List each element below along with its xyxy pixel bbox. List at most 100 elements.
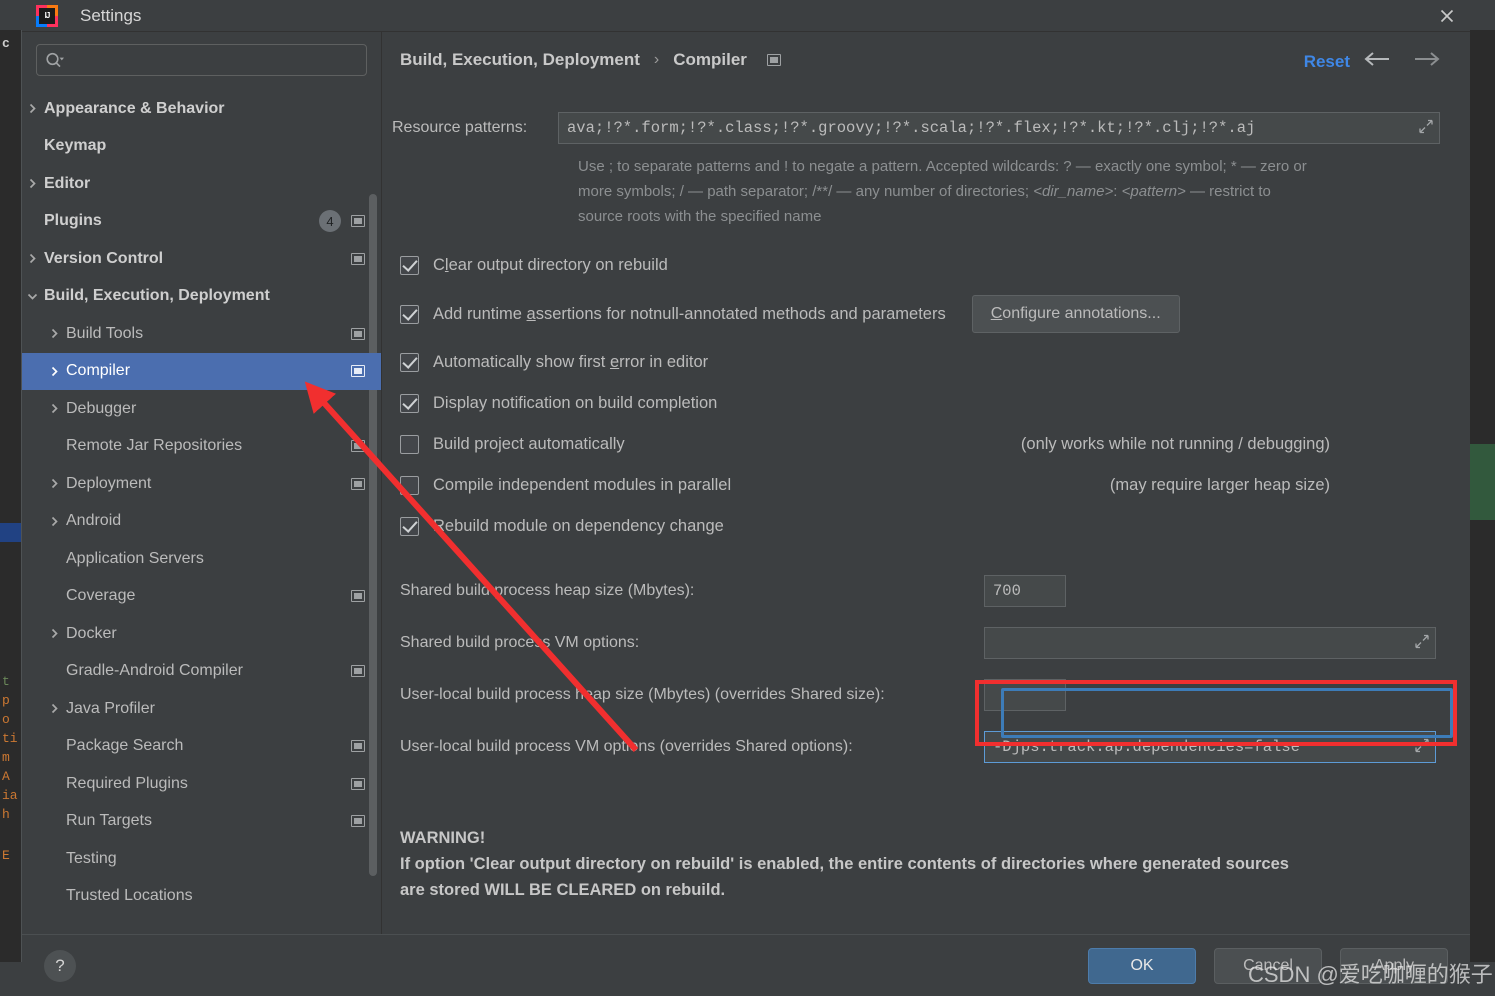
checkbox-build-project-automatically[interactable] [400,435,419,454]
checkbox-label[interactable]: Clear output directory on rebuild [433,256,668,275]
chevron-right-icon[interactable] [42,477,66,490]
checkbox-add-runtime-assertions-for-notnull-annotat[interactable] [400,305,419,324]
sidebar-item-compiler[interactable]: Compiler [22,353,381,391]
hint-line-2-b: : [1113,183,1121,200]
chevron-right-icon[interactable] [42,327,66,340]
sidebar-item-editor[interactable]: Editor [22,165,381,203]
chevron-right-icon[interactable] [42,515,66,528]
sidebar-item-remote-jar-repositories[interactable]: Remote Jar Repositories [22,428,381,466]
ok-button[interactable]: OK [1088,948,1196,984]
chevron-down-icon[interactable] [22,290,44,303]
sidebar-item-docker[interactable]: Docker [22,615,381,653]
sidebar-item-trusted-locations[interactable]: Trusted Locations [22,878,381,916]
copy-settings-icon[interactable] [351,253,365,265]
bg-line: p [0,691,21,710]
sidebar-item-android[interactable]: Android [22,503,381,541]
search-input[interactable] [65,52,358,68]
sidebar-item-label: Editor [44,175,365,193]
sidebar-item-build-tools[interactable]: Build Tools [22,315,381,353]
sidebar-item-version-control[interactable]: Version Control [22,240,381,278]
chevron-right-icon[interactable] [22,177,44,190]
sidebar-item-appearance-behavior[interactable]: Appearance & Behavior [22,90,381,128]
sidebar-item-keymap[interactable]: Keymap [22,128,381,166]
checkbox-label[interactable]: Automatically show first error in editor [433,353,708,372]
chevron-right-icon[interactable] [42,627,66,640]
sidebar-item-build-execution-deployment[interactable]: Build, Execution, Deployment [22,278,381,316]
copy-settings-icon[interactable] [351,440,365,452]
checkbox-row: Add runtime assertions for notnull-annot… [400,286,1440,342]
field-input-shared-build-process-heap-size-mbytes[interactable] [984,575,1066,607]
checkbox-clear-output-directory-on-rebuild[interactable] [400,256,419,275]
reset-button[interactable]: Reset [1304,52,1350,72]
arrow-right-icon[interactable] [1412,50,1442,73]
sidebar-item-label: Debugger [66,400,365,418]
sidebar-item-label: Trusted Locations [66,887,365,905]
sidebar-item-label: Keymap [44,137,365,155]
field-input-user-local-build-process-vm-options-over[interactable] [984,731,1436,763]
arrow-left-icon[interactable] [1362,50,1392,73]
sidebar-item-label: Testing [66,850,365,868]
chevron-right-icon[interactable] [22,252,44,265]
sidebar-item-package-search[interactable]: Package Search [22,728,381,766]
sidebar-item-run-targets[interactable]: Run Targets [22,803,381,841]
warning-block: WARNING! If option 'Clear output directo… [400,825,1440,903]
copy-settings-icon[interactable] [351,328,365,340]
sidebar-item-gradle-android-compiler[interactable]: Gradle-Android Compiler [22,653,381,691]
sidebar-item-java-profiler[interactable]: Java Profiler [22,690,381,728]
warning-title: WARNING! [400,825,1440,851]
sidebar-item-label: Version Control [44,250,351,268]
sidebar-item-label: Appearance & Behavior [44,100,365,118]
field-input-shared-build-process-vm-options[interactable] [984,627,1436,659]
cancel-button[interactable]: Cancel [1214,948,1322,984]
field-label: Shared build process heap size (Mbytes): [400,582,984,600]
checkbox-display-notification-on-build-completion[interactable] [400,394,419,413]
copy-settings-icon[interactable] [767,54,781,66]
sidebar-item-application-servers[interactable]: Application Servers [22,540,381,578]
sidebar-item-debugger[interactable]: Debugger [22,390,381,428]
sidebar-item-required-plugins[interactable]: Required Plugins [22,765,381,803]
close-icon[interactable] [1424,0,1470,31]
checkbox-label[interactable]: Add runtime assertions for notnull-annot… [433,305,946,324]
copy-settings-icon[interactable] [351,665,365,677]
checkbox-label[interactable]: Build project automatically [433,435,625,454]
sidebar-item-deployment[interactable]: Deployment [22,465,381,503]
copy-settings-icon[interactable] [351,215,365,227]
breadcrumb-separator: › [654,51,659,69]
chevron-right-icon[interactable] [42,702,66,715]
search-box[interactable] [36,44,367,76]
chevron-right-icon[interactable] [42,402,66,415]
copy-settings-icon[interactable] [351,365,365,377]
copy-settings-icon[interactable] [351,740,365,752]
resource-patterns-input[interactable] [558,112,1440,144]
hint-line-2-c: — restrict to [1186,183,1271,200]
copy-settings-icon[interactable] [351,778,365,790]
checkbox-automatically-show-first-error-in-editor[interactable] [400,353,419,372]
checkbox-label[interactable]: Rebuild module on dependency change [433,517,724,536]
checkbox-label[interactable]: Compile independent modules in parallel [433,476,731,495]
checkbox-note: (may require larger heap size) [1110,476,1440,495]
resource-patterns-field-wrap [558,112,1440,144]
nav-arrows [1362,50,1442,73]
configure-annotations-button[interactable]: Configure annotations... [972,295,1180,333]
sidebar-item-coverage[interactable]: Coverage [22,578,381,616]
copy-settings-icon[interactable] [351,590,365,602]
checkbox-label[interactable]: Display notification on build completion [433,394,717,413]
sidebar-item-plugins[interactable]: Plugins4 [22,203,381,241]
checkbox-compile-independent-modules-in-parallel[interactable] [400,476,419,495]
apply-button[interactable]: Apply [1340,948,1448,984]
copy-settings-icon[interactable] [351,815,365,827]
breadcrumb-root[interactable]: Build, Execution, Deployment [400,50,640,70]
chevron-right-icon[interactable] [22,102,44,115]
breadcrumb-leaf[interactable]: Compiler [673,50,747,70]
checkbox-rebuild-module-on-dependency-change[interactable] [400,517,419,536]
copy-settings-icon[interactable] [351,478,365,490]
chevron-right-icon[interactable] [42,365,66,378]
field-input-user-local-build-process-heap-size-mbyte[interactable] [984,679,1066,711]
settings-tree[interactable]: Appearance & Behavior Keymap Editor Plugins… [22,86,381,934]
settings-field-row: Shared build process VM options: [400,617,1440,669]
help-button[interactable]: ? [44,950,76,982]
checkbox-row: Automatically show first error in editor [400,342,1440,383]
sidebar-item-label: Build, Execution, Deployment [44,287,365,305]
sidebar-item-testing[interactable]: Testing [22,840,381,878]
sidebar-item-label: Remote Jar Repositories [66,437,351,455]
